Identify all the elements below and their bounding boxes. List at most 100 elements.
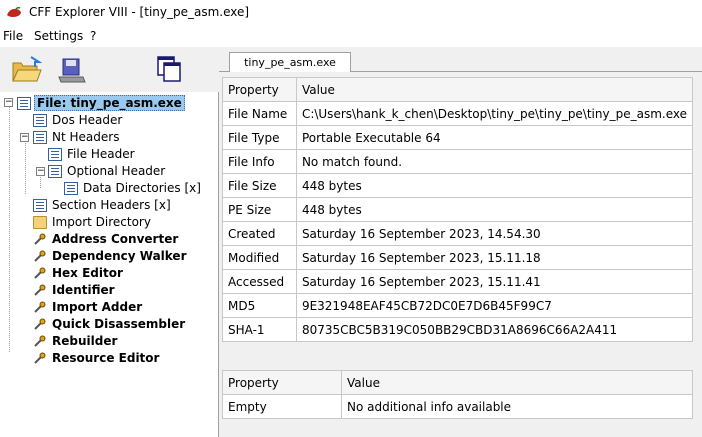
property-cell: File Size bbox=[222, 173, 297, 198]
wrench-icon bbox=[33, 250, 47, 263]
wrench-icon bbox=[33, 267, 47, 280]
tree-item-label: Dos Header bbox=[52, 113, 123, 127]
column-header-value[interactable]: Value bbox=[341, 370, 693, 395]
tree-item-label: Rebuilder bbox=[52, 334, 118, 348]
save-icon[interactable] bbox=[55, 53, 89, 87]
tree-line bbox=[40, 174, 41, 188]
table-row[interactable]: File Name C:\Users\hank_k_chen\Desktop\ti… bbox=[222, 101, 694, 126]
property-cell: Accessed bbox=[222, 269, 297, 294]
table-row[interactable]: Empty No additional info available bbox=[222, 394, 693, 419]
content-panel: tiny_pe_asm.exe Property Value File Name… bbox=[219, 47, 702, 437]
collapse-icon[interactable]: − bbox=[20, 133, 29, 142]
property-cell: Empty bbox=[222, 394, 342, 419]
value-cell: Portable Executable 64 bbox=[295, 125, 694, 150]
property-cell: File Name bbox=[222, 101, 297, 126]
column-header-property[interactable]: Property bbox=[222, 77, 297, 102]
tree-tool-import-adder[interactable]: Import Adder bbox=[33, 299, 144, 315]
table-row[interactable]: Modified Saturday 16 September 2023, 15.1… bbox=[222, 245, 694, 270]
column-header-property[interactable]: Property bbox=[222, 370, 342, 395]
tree-tool-dependency-walker[interactable]: Dependency Walker bbox=[33, 248, 189, 264]
tree-tool-hex-editor[interactable]: Hex Editor bbox=[33, 265, 125, 281]
tree-tool-rebuilder[interactable]: Rebuilder bbox=[33, 333, 119, 349]
collapse-icon[interactable]: − bbox=[36, 167, 45, 176]
document-icon bbox=[33, 130, 47, 144]
wrench-icon bbox=[33, 233, 47, 246]
tree-item-label: Optional Header bbox=[67, 164, 166, 178]
value-cell: 80735CBC5B319C050BB29CBD31A8696C66A2A411 bbox=[295, 317, 694, 342]
toolbar bbox=[0, 47, 218, 92]
tree-item-optional-header[interactable]: Optional Header bbox=[48, 163, 167, 179]
menu-file[interactable]: File bbox=[3, 29, 23, 43]
value-cell: Saturday 16 September 2023, 15.11.41 bbox=[295, 269, 694, 294]
value-cell: 448 bytes bbox=[295, 173, 694, 198]
tree-tool-quick-disassembler[interactable]: Quick Disassembler bbox=[33, 316, 187, 332]
wrench-icon bbox=[33, 335, 47, 348]
tree-panel: File: tiny_pe_asm.exe − Dos Header − Nt … bbox=[0, 92, 219, 437]
table-row[interactable]: Created Saturday 16 September 2023, 14.54… bbox=[222, 221, 694, 246]
tree-item-section-headers[interactable]: Section Headers [x] bbox=[33, 197, 173, 213]
window-title: CFF Explorer VIII - [tiny_pe_asm.exe] bbox=[29, 5, 250, 19]
tree-item-nt-headers[interactable]: Nt Headers bbox=[33, 129, 121, 145]
menu-bar: File Settings ? bbox=[0, 27, 702, 47]
window-icon bbox=[17, 96, 31, 110]
table-row[interactable]: File Size 448 bytes bbox=[222, 173, 694, 198]
document-icon bbox=[64, 181, 78, 195]
app-icon bbox=[7, 6, 21, 17]
additional-info-table: Property Value Empty No additional info a… bbox=[222, 370, 693, 419]
table-header-row: Property Value bbox=[222, 370, 693, 395]
property-cell: SHA-1 bbox=[222, 317, 297, 342]
title-bar: CFF Explorer VIII - [tiny_pe_asm.exe] bbox=[0, 0, 702, 27]
tree-root-label: File: tiny_pe_asm.exe bbox=[34, 95, 185, 111]
tree-line bbox=[25, 140, 26, 194]
tree-tool-resource-editor[interactable]: Resource Editor bbox=[33, 350, 161, 366]
tree-item-label: Section Headers [x] bbox=[52, 198, 171, 212]
tree-tool-address-converter[interactable]: Address Converter bbox=[33, 231, 180, 247]
tree-item-label: Dependency Walker bbox=[52, 249, 187, 263]
tree-item-label: Data Directories [x] bbox=[83, 181, 201, 195]
table-row[interactable]: File Info No match found. bbox=[222, 149, 694, 174]
tree-item-label: Hex Editor bbox=[52, 266, 123, 280]
tab-file[interactable]: tiny_pe_asm.exe bbox=[229, 52, 351, 72]
wrench-icon bbox=[33, 284, 47, 297]
property-cell: MD5 bbox=[222, 293, 297, 318]
tree-root-file[interactable]: File: tiny_pe_asm.exe bbox=[17, 95, 185, 111]
table-row[interactable]: File Type Portable Executable 64 bbox=[222, 125, 694, 150]
document-icon bbox=[33, 113, 47, 127]
open-icon[interactable] bbox=[9, 53, 43, 87]
property-cell: Modified bbox=[222, 245, 297, 270]
table-row[interactable]: PE Size 448 bytes bbox=[222, 197, 694, 222]
windows-icon[interactable] bbox=[154, 53, 188, 87]
folder-icon bbox=[33, 215, 47, 229]
menu-help[interactable]: ? bbox=[90, 29, 96, 43]
tree-item-dos-header[interactable]: Dos Header bbox=[33, 112, 124, 128]
collapse-icon[interactable]: − bbox=[4, 98, 13, 107]
tree-item-label: Nt Headers bbox=[52, 130, 120, 144]
file-info-table: Property Value File Name C:\Users\hank_k_… bbox=[222, 77, 694, 342]
tree-tool-identifier[interactable]: Identifier bbox=[33, 282, 117, 298]
tree-item-data-directories[interactable]: Data Directories [x] bbox=[64, 180, 203, 196]
tree-item-label: Address Converter bbox=[52, 232, 179, 246]
tree-item-import-directory[interactable]: Import Directory bbox=[33, 214, 153, 230]
table-row[interactable]: Accessed Saturday 16 September 2023, 15.1… bbox=[222, 269, 694, 294]
tree-item-file-header[interactable]: File Header bbox=[48, 146, 137, 162]
wrench-icon bbox=[33, 301, 47, 314]
tree-item-label: Identifier bbox=[52, 283, 115, 297]
value-cell: No match found. bbox=[295, 149, 694, 174]
table-row[interactable]: MD5 9E321948EAF45CB72DC0E7D6B45F99C7 bbox=[222, 293, 694, 318]
tree-line bbox=[9, 105, 10, 352]
tree-item-label: File Header bbox=[67, 147, 135, 161]
wrench-icon bbox=[33, 352, 47, 365]
document-icon bbox=[48, 164, 62, 178]
property-cell: File Info bbox=[222, 149, 297, 174]
tree-item-label: Import Directory bbox=[52, 215, 151, 229]
tree-item-label: Import Adder bbox=[52, 300, 143, 314]
value-cell: C:\Users\hank_k_chen\Desktop\tiny_pe\tin… bbox=[295, 101, 694, 126]
column-header-value[interactable]: Value bbox=[295, 77, 694, 102]
value-cell: Saturday 16 September 2023, 14.54.30 bbox=[295, 221, 694, 246]
menu-settings[interactable]: Settings bbox=[34, 29, 83, 43]
property-cell: File Type bbox=[222, 125, 297, 150]
value-cell: 9E321948EAF45CB72DC0E7D6B45F99C7 bbox=[295, 293, 694, 318]
document-icon bbox=[33, 198, 47, 212]
table-row[interactable]: SHA-1 80735CBC5B319C050BB29CBD31A8696C66A… bbox=[222, 317, 694, 342]
tree-item-label: Resource Editor bbox=[52, 351, 160, 365]
